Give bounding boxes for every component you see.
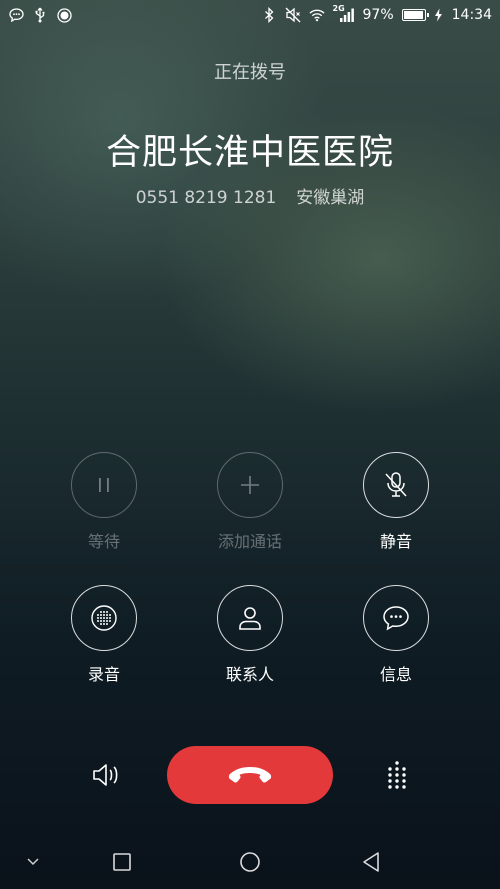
record-circle[interactable] xyxy=(71,585,137,651)
add-call-circle[interactable] xyxy=(217,452,283,518)
end-call-button[interactable] xyxy=(167,746,333,804)
recents-icon xyxy=(113,853,131,871)
mute-button[interactable]: 静音 xyxy=(336,452,456,552)
message-circle[interactable] xyxy=(363,585,429,651)
battery-percent: 97% xyxy=(362,7,394,23)
back-button[interactable] xyxy=(357,848,385,876)
hang-up-icon xyxy=(228,767,272,783)
speaker-button[interactable] xyxy=(86,756,124,794)
charging-icon xyxy=(434,7,444,23)
caller-number: 0551 8219 1281 xyxy=(135,188,277,208)
caller-name: 合肥长淮中医医院 xyxy=(105,133,394,173)
contacts-circle[interactable] xyxy=(217,585,283,651)
message-label: 信息 xyxy=(379,665,412,684)
message-button[interactable]: 信息 xyxy=(336,585,456,685)
dialpad-button[interactable] xyxy=(378,756,416,794)
back-icon xyxy=(363,852,379,872)
battery-level xyxy=(403,11,423,19)
caller-details: 0551 8219 1281 安徽巢湖 xyxy=(0,183,500,208)
signal-icon: 2G xyxy=(332,4,355,23)
record-label: 录音 xyxy=(87,665,120,684)
plus-icon xyxy=(241,476,259,494)
status-bar: 2G 97% 14:34 xyxy=(0,0,500,30)
speaker-icon xyxy=(93,764,118,786)
contacts-button[interactable]: 联系人 xyxy=(190,585,310,685)
recents-button[interactable] xyxy=(108,848,136,876)
add-call-label: 添加通话 xyxy=(217,532,282,551)
call-actions xyxy=(0,746,500,804)
clock: 14:34 xyxy=(451,7,492,23)
record-dot-icon xyxy=(56,7,72,23)
dialpad-icon xyxy=(388,761,406,789)
vibrate-mute-icon xyxy=(285,7,301,23)
hold-circle[interactable] xyxy=(71,452,137,518)
status-left xyxy=(8,7,72,23)
contact-icon xyxy=(239,607,261,630)
collapse-icon xyxy=(27,858,39,866)
call-status: 正在拨号 xyxy=(214,62,286,83)
add-call-button[interactable]: 添加通话 xyxy=(190,452,310,552)
wifi-icon xyxy=(309,7,325,23)
hold-label: 等待 xyxy=(87,532,120,551)
home-button[interactable] xyxy=(236,848,264,876)
hold-button[interactable]: 等待 xyxy=(44,452,164,552)
mute-label: 静音 xyxy=(379,532,412,551)
caller-location: 安徽巢湖 xyxy=(296,188,365,208)
pause-icon xyxy=(99,478,109,492)
mic-off-icon xyxy=(385,472,407,497)
mute-circle[interactable] xyxy=(363,452,429,518)
contacts-label: 联系人 xyxy=(225,665,274,684)
record-icon xyxy=(91,605,117,631)
home-icon xyxy=(240,852,260,872)
usb-icon xyxy=(32,7,48,23)
bluetooth-icon xyxy=(261,7,277,23)
record-button[interactable]: 录音 xyxy=(44,585,164,685)
collapse-button[interactable] xyxy=(19,848,47,876)
message-icon xyxy=(383,606,409,631)
battery-icon xyxy=(401,9,429,21)
network-type-label: 2G xyxy=(332,4,345,13)
chat-bubble-icon xyxy=(8,7,24,23)
navigation-bar xyxy=(0,838,500,886)
status-right: 2G 97% 14:34 xyxy=(261,4,492,23)
